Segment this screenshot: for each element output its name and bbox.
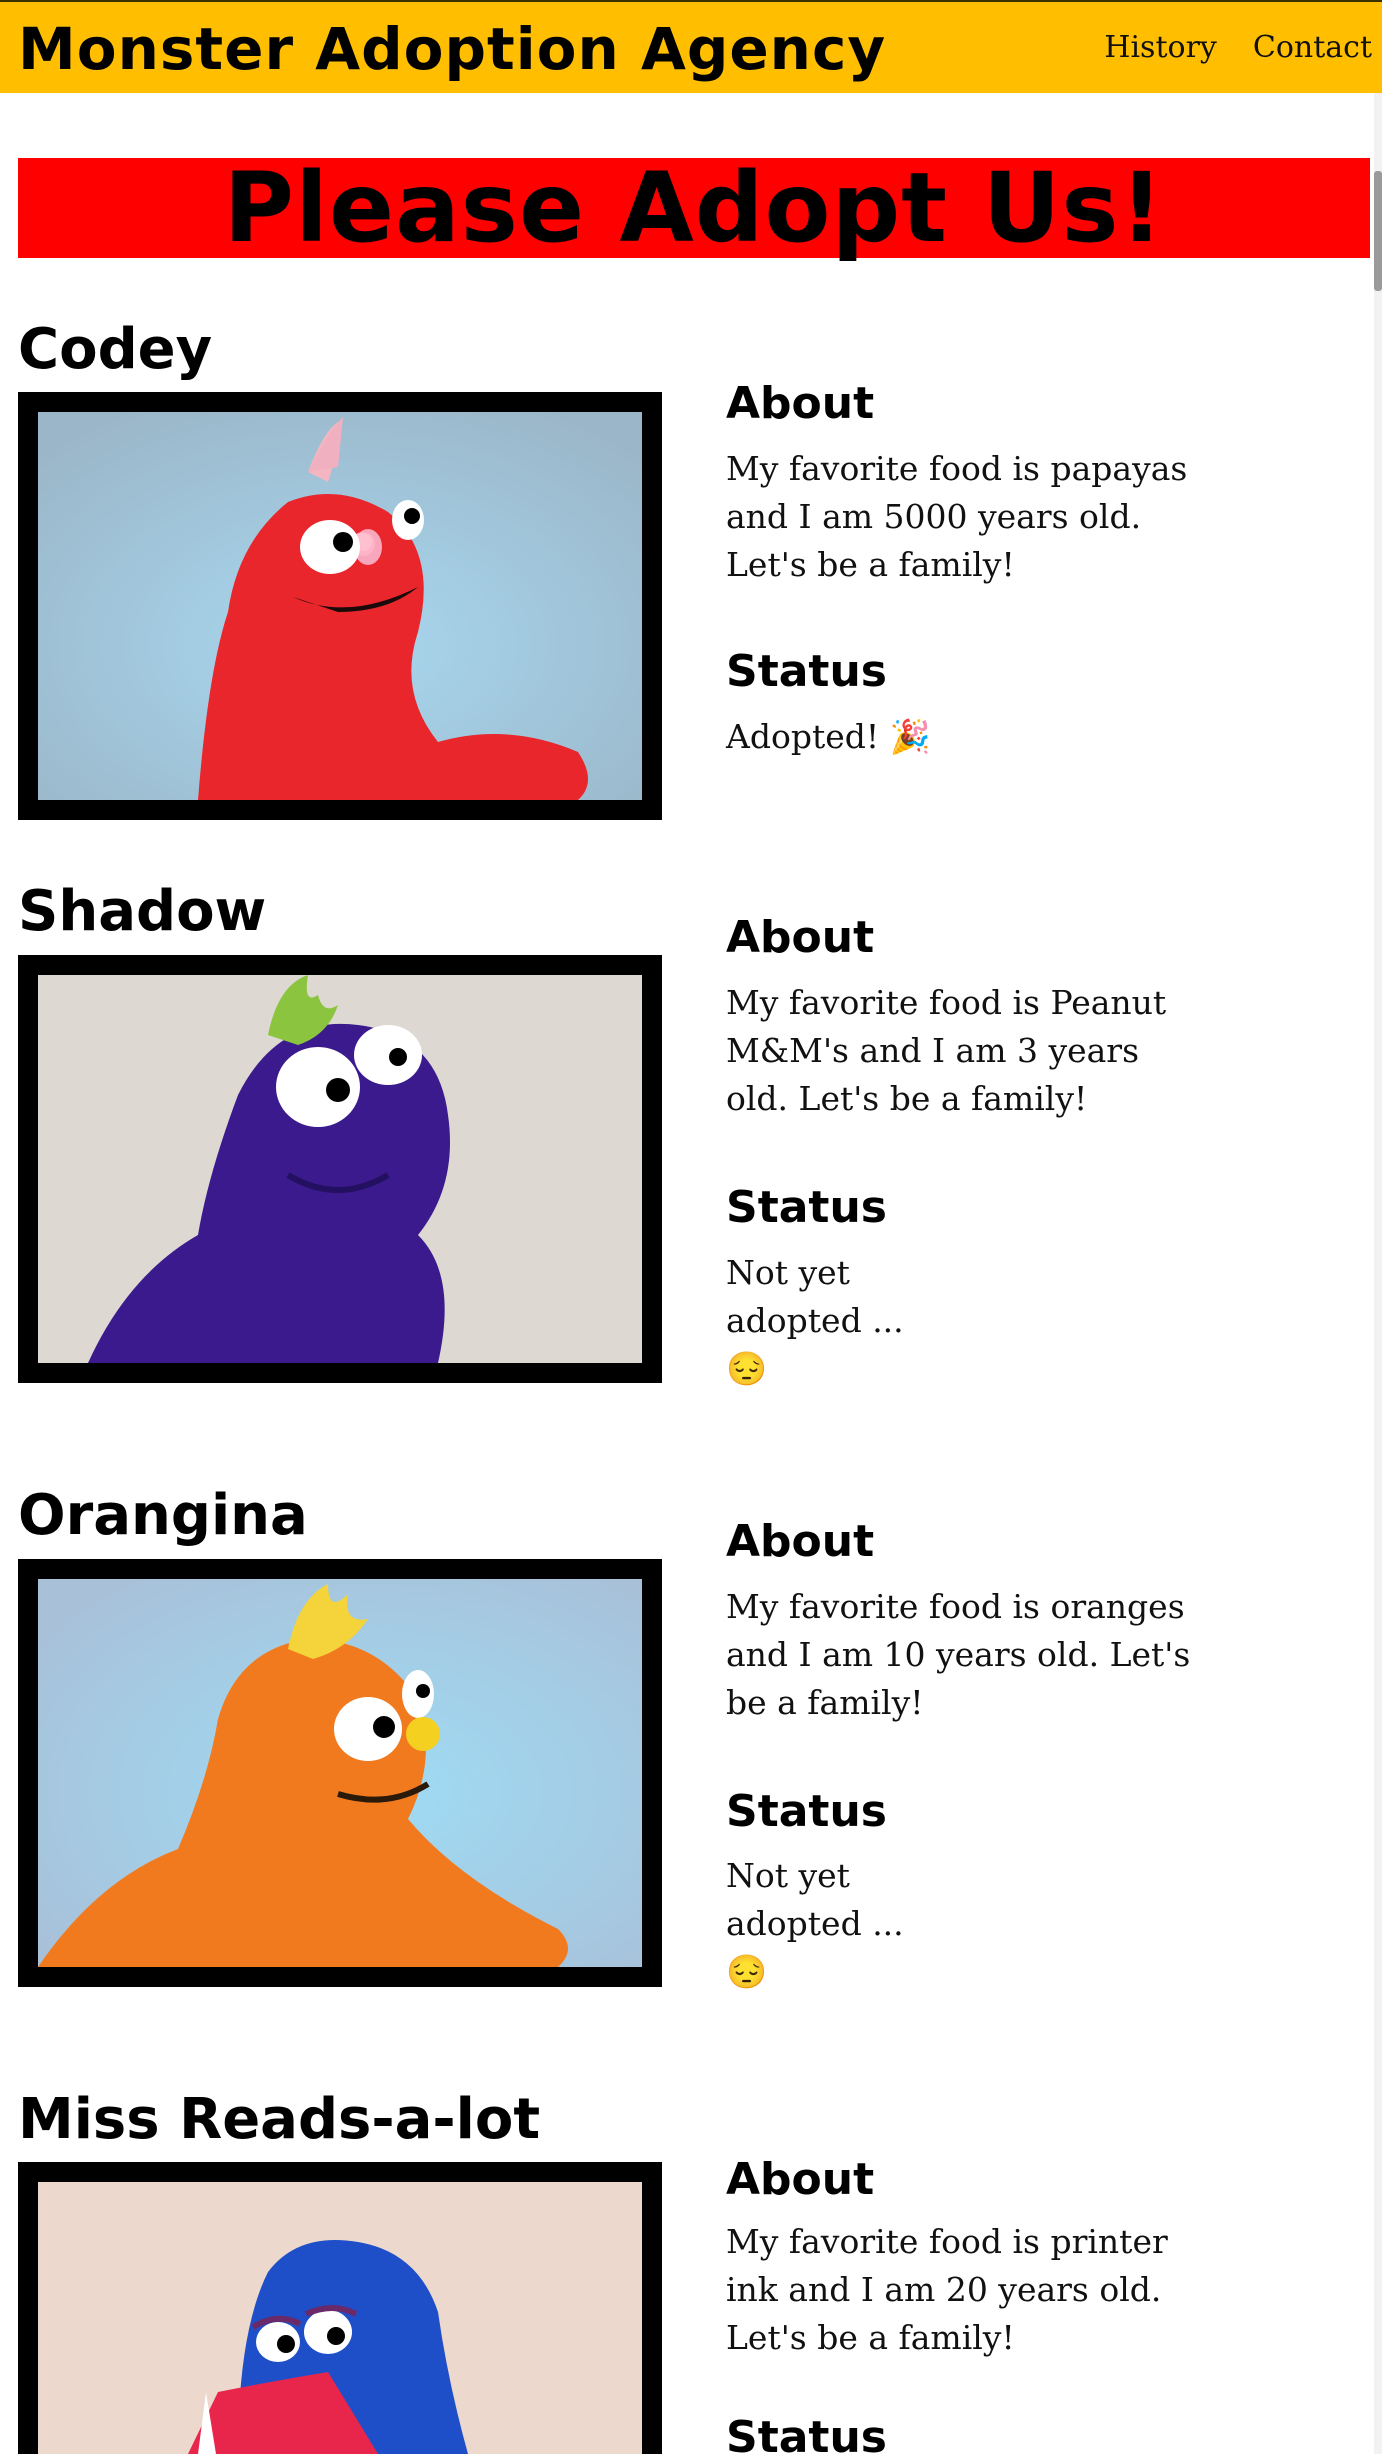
about-heading: About	[726, 378, 875, 429]
monster-photo	[18, 955, 662, 1383]
main-nav: History Contact	[1104, 28, 1372, 68]
monster-photo	[18, 392, 662, 820]
about-text: My favorite food is printer ink and I am…	[726, 2222, 1168, 2357]
codey-photo-image	[38, 412, 642, 800]
page-scrollbar[interactable]	[1374, 93, 1382, 2454]
monster-name: Miss Reads-a-lot	[18, 2087, 541, 2152]
monster-photo	[18, 2162, 662, 2454]
about-heading: About	[726, 1516, 875, 1567]
monster-name: Orangina	[18, 1483, 308, 1548]
nav-contact-link[interactable]: Contact	[1253, 28, 1372, 68]
reader-photo-image	[38, 2182, 642, 2454]
monster-name: Shadow	[18, 879, 267, 944]
status-text: Not yet adopted ... 😔	[726, 1253, 904, 1388]
orangina-photo-image	[38, 1579, 642, 1967]
site-header: Monster Adoption Agency History Contact	[0, 0, 1382, 93]
site-title[interactable]: Monster Adoption Agency	[18, 14, 886, 84]
about-heading: About	[726, 2154, 875, 2205]
status-heading: Status	[726, 1182, 887, 1233]
monster-photo	[18, 1559, 662, 1987]
about-text: My favorite food is papayas and I am 500…	[726, 449, 1188, 584]
shadow-photo-image	[38, 975, 642, 1363]
status-text: Not yet adopted ... 😔	[726, 1856, 904, 1991]
status-heading: Status	[726, 1786, 887, 1837]
about-text: My favorite food is oranges and I am 10 …	[726, 1587, 1191, 1722]
adopt-banner: Please Adopt Us!	[18, 158, 1370, 258]
about-text: My favorite food is Peanut M&M's and I a…	[726, 983, 1167, 1118]
nav-history-link[interactable]: History	[1104, 28, 1217, 68]
scrollbar-thumb[interactable]	[1374, 171, 1382, 291]
monster-name: Codey	[18, 317, 213, 382]
status-text: Adopted! 🎉	[726, 717, 931, 756]
status-heading: Status	[726, 646, 887, 697]
status-heading: Status	[726, 2412, 887, 2463]
banner-title: Please Adopt Us!	[223, 152, 1165, 264]
about-heading: About	[726, 912, 875, 963]
